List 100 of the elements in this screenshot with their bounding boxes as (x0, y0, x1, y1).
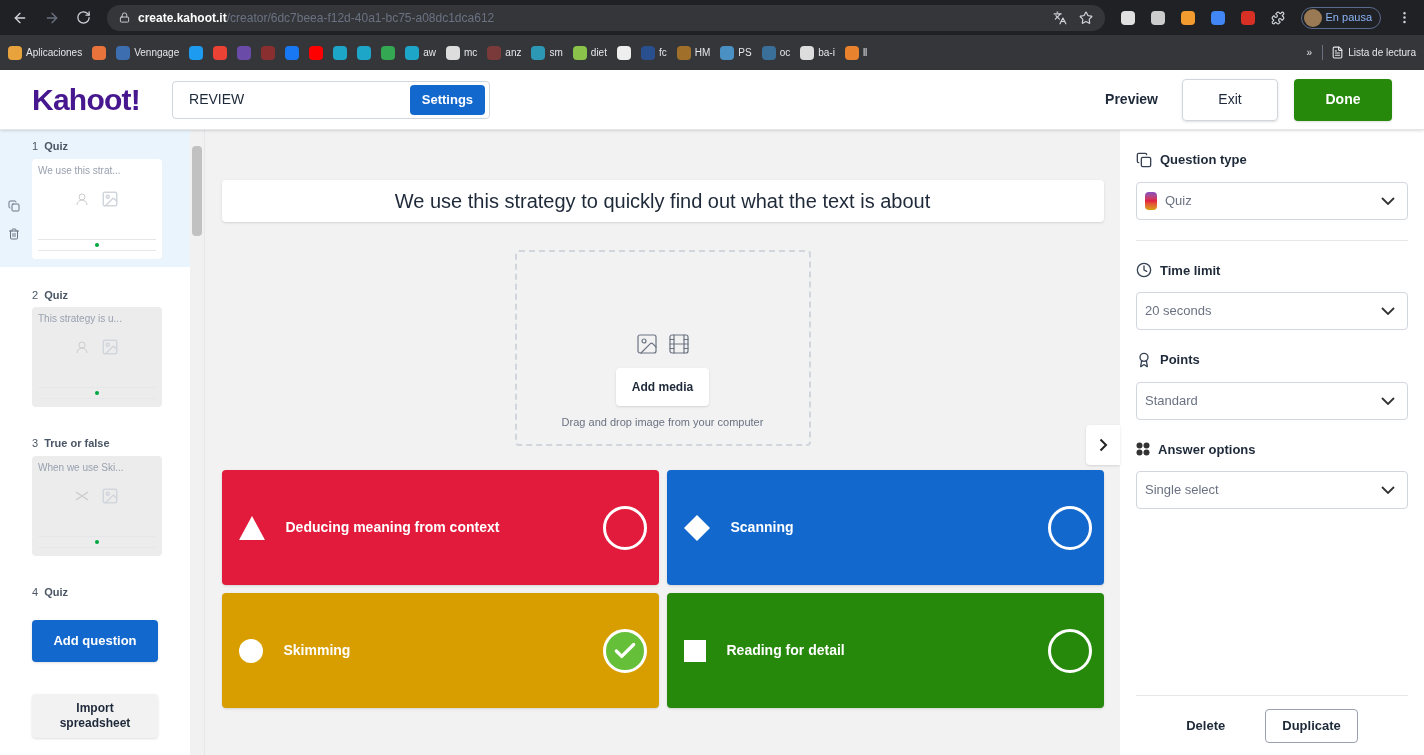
image-icon (101, 486, 119, 505)
person-icon (75, 191, 89, 206)
bookmark[interactable]: sm (531, 45, 563, 60)
media-drop-area[interactable]: Add media Drag and drop image from your computer (514, 250, 811, 446)
square-icon (682, 638, 707, 663)
avatar-icon (1303, 8, 1322, 27)
done-button[interactable]: Done (1294, 78, 1392, 121)
answer-text: Skimming (283, 641, 351, 660)
duplicate-icon[interactable] (8, 200, 20, 212)
medal-icon (1136, 351, 1152, 368)
grid-icon (1136, 442, 1150, 457)
image-icon (101, 189, 119, 208)
question-item[interactable]: 1 Quiz We use this strat... (0, 130, 190, 267)
reading-list[interactable]: Lista de lectura (1322, 45, 1416, 60)
setting-dropdown[interactable]: Single select (1136, 471, 1408, 509)
reading-list-icon (1331, 46, 1345, 59)
bookmark[interactable]: ba-i (800, 45, 835, 60)
bookmark[interactable]: PS (720, 45, 752, 60)
bookmark[interactable]: Venngage (116, 45, 180, 60)
extensions-icon[interactable] (1270, 10, 1285, 25)
url-text: create.kahoot.it/creator/6dc7beea-f12d-40a1-bc75-a08dc1dca612 (138, 9, 495, 27)
diamond-icon (682, 513, 711, 542)
bookmark[interactable]: Aplicaciones (8, 45, 83, 60)
add-question-button[interactable]: Add question (32, 620, 158, 662)
question-title[interactable]: We use this strategy to quickly find out what the text is about (221, 180, 1104, 222)
bookmark[interactable]: oc (761, 45, 791, 60)
setting-label: Answer options (1158, 440, 1256, 459)
answer-option[interactable]: Deducing meaning from context (221, 470, 659, 585)
circle-icon (237, 637, 264, 664)
chevron-down-icon (1381, 307, 1395, 315)
bookmark-icon[interactable] (333, 45, 348, 60)
setting-label: Time limit (1160, 261, 1221, 280)
setting-dropdown[interactable]: 20 seconds (1136, 292, 1408, 330)
question-preview: When we use Ski... (38, 460, 125, 475)
exit-button[interactable]: Exit (1182, 78, 1278, 121)
bookmark[interactable]: diet (572, 45, 607, 60)
bookmark-icon[interactable] (616, 45, 631, 60)
question-number: 2 (32, 287, 39, 303)
scrollbar[interactable] (190, 130, 204, 755)
question-type: Quiz (44, 287, 68, 303)
video-icon (666, 332, 691, 356)
kahoot-logo[interactable]: Kahoot! (32, 77, 141, 122)
question-type-icon (1136, 151, 1152, 168)
collapse-panel-button[interactable] (1086, 425, 1120, 465)
preview-button[interactable]: Preview (1105, 89, 1158, 110)
delete-button[interactable]: Delete (1186, 715, 1226, 736)
bookmark[interactable]: HM (676, 45, 711, 60)
setting-dropdown[interactable]: Quiz (1136, 181, 1408, 220)
extension-icon[interactable] (1120, 10, 1135, 25)
duplicate-button[interactable]: Duplicate (1265, 708, 1358, 743)
question-type: Quiz (44, 139, 68, 154)
question-number: 4 (32, 584, 39, 600)
triangle-icon (237, 514, 266, 541)
more-bookmarks[interactable]: » (1306, 45, 1313, 60)
clock-icon (1136, 262, 1152, 279)
chevron-down-icon (1381, 396, 1395, 405)
question-number: 3 (32, 436, 39, 451)
title-field[interactable]: REVIEW Settings (172, 80, 491, 119)
setting-dropdown[interactable]: Standard (1136, 381, 1408, 420)
answer-text: Reading for detail (726, 641, 845, 660)
correct-checkbox[interactable] (602, 505, 647, 550)
scissors-icon (75, 490, 89, 501)
add-media-button[interactable]: Add media (615, 368, 710, 406)
chevron-down-icon (1381, 486, 1395, 494)
question-type: Quiz (44, 584, 68, 600)
image-icon (101, 338, 119, 356)
answer-option[interactable]: Scanning (666, 470, 1104, 585)
bookmark[interactable]: mc (446, 45, 478, 60)
person-icon (75, 340, 89, 354)
bookmark[interactable]: fc (640, 45, 667, 60)
bookmark[interactable]: ll (844, 45, 868, 60)
answer-text: Scanning (730, 518, 794, 537)
answer-text: Deducing meaning from context (285, 518, 500, 537)
bookmark-icon[interactable] (357, 45, 372, 60)
extension-icon[interactable] (1180, 10, 1195, 25)
correct-checkbox[interactable] (1047, 628, 1092, 673)
import-spreadsheet-button[interactable]: Import spreadsheet (32, 694, 158, 738)
translate-icon[interactable] (1052, 10, 1067, 25)
address-bar[interactable]: create.kahoot.it/creator/6dc7beea-f12d-40a1-bc75-a08dc1dca612 (107, 4, 1105, 31)
answer-option[interactable]: Reading for detail (666, 593, 1104, 708)
question-preview: We use this strat... (38, 163, 122, 178)
quiz-icon (1145, 191, 1157, 210)
bookmark[interactable]: anz (487, 45, 522, 60)
chevron-right-icon (1098, 438, 1108, 452)
delete-icon[interactable] (8, 228, 20, 240)
setting-label: Points (1160, 351, 1200, 369)
image-icon (634, 332, 659, 356)
chevron-down-icon (1381, 196, 1395, 205)
lock-icon (119, 12, 130, 23)
setting-label: Question type (1160, 151, 1247, 169)
correct-checkbox[interactable] (1047, 505, 1092, 550)
media-hint: Drag and drop image from your computer (561, 415, 764, 430)
reload-icon[interactable] (76, 10, 91, 25)
extension-icon[interactable] (1150, 10, 1165, 25)
question-type: True or false (44, 436, 110, 451)
settings-button[interactable]: Settings (409, 84, 486, 115)
star-icon[interactable] (1078, 10, 1093, 25)
question-preview: This strategy is u... (38, 312, 123, 326)
bookmark[interactable]: aw (405, 45, 436, 60)
question-number: 1 (32, 139, 39, 154)
